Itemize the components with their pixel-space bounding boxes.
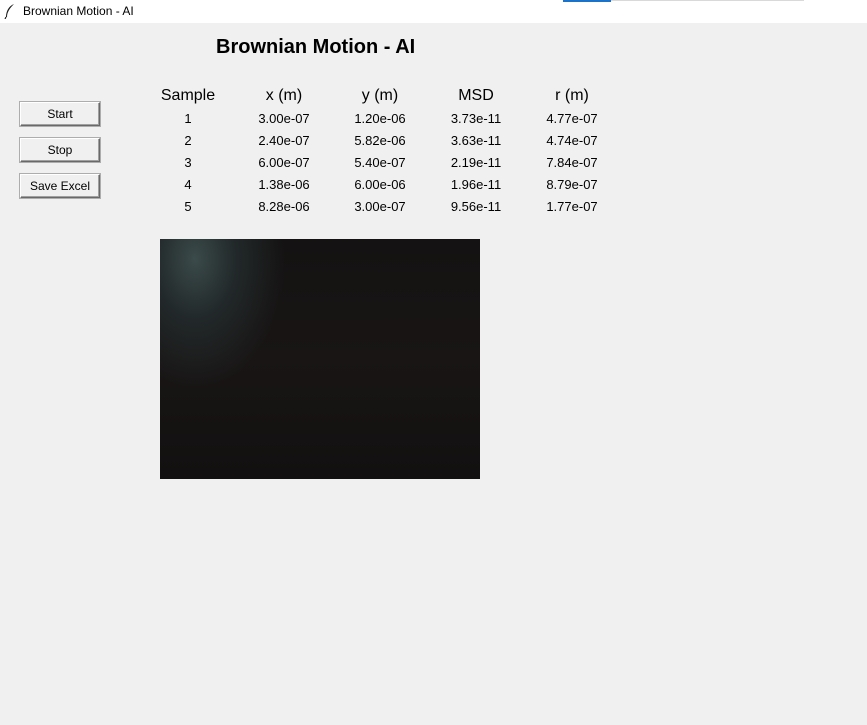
cell-r: 8.79e-07 [546, 176, 598, 192]
column-header-sample: Sample [160, 87, 216, 104]
cell-r: 4.77e-07 [546, 110, 598, 126]
camera-feed [160, 239, 480, 479]
column-header-x: x (m) [265, 87, 303, 104]
window-title: Brownian Motion - AI [23, 4, 134, 18]
cell-msd: 2.19e-11 [450, 154, 502, 170]
cell-x: 1.38e-06 [258, 176, 310, 192]
cell-r: 7.84e-07 [546, 154, 598, 170]
cell-msd: 3.63e-11 [450, 132, 502, 148]
table-row: 1 3.00e-07 1.20e-06 3.73e-11 4.77e-07 [146, 107, 614, 129]
page-title: Brownian Motion - AI [216, 36, 416, 58]
cell-x: 8.28e-06 [258, 198, 310, 214]
cell-y: 1.20e-06 [354, 110, 406, 126]
cell-sample: 4 [184, 176, 192, 192]
titlebar-accent [563, 0, 611, 2]
cell-y: 6.00e-06 [354, 176, 406, 192]
cell-x: 3.00e-07 [258, 110, 310, 126]
table-row: 5 8.28e-06 3.00e-07 9.56e-11 1.77e-07 [146, 195, 614, 217]
cell-x: 6.00e-07 [258, 154, 310, 170]
cell-r: 1.77e-07 [546, 198, 598, 214]
table-header-row: Sample x (m) y (m) MSD r (m) [146, 85, 614, 107]
column-header-y: y (m) [361, 87, 399, 104]
cell-y: 5.82e-06 [354, 132, 406, 148]
cell-y: 3.00e-07 [354, 198, 406, 214]
results-table: Sample x (m) y (m) MSD r (m) 1 3.00e-07 … [146, 85, 614, 217]
cell-y: 5.40e-07 [354, 154, 406, 170]
table-row: 4 1.38e-06 6.00e-06 1.96e-11 8.79e-07 [146, 173, 614, 195]
feather-icon [4, 4, 14, 19]
column-header-r: r (m) [555, 87, 589, 104]
title-bar: Brownian Motion - AI [0, 0, 867, 23]
cell-msd: 3.73e-11 [450, 110, 502, 126]
column-header-msd: MSD [458, 87, 494, 104]
save-excel-button[interactable]: Save Excel [20, 174, 100, 198]
cell-sample: 5 [184, 198, 192, 214]
titlebar-divider [611, 0, 804, 1]
cell-sample: 1 [184, 110, 192, 126]
cell-x: 2.40e-07 [258, 132, 310, 148]
cell-sample: 2 [184, 132, 192, 148]
table-row: 3 6.00e-07 5.40e-07 2.19e-11 7.84e-07 [146, 151, 614, 173]
cell-r: 4.74e-07 [546, 132, 598, 148]
cell-msd: 9.56e-11 [450, 198, 502, 214]
start-button[interactable]: Start [20, 102, 100, 126]
cell-sample: 3 [184, 154, 192, 170]
table-row: 2 2.40e-07 5.82e-06 3.63e-11 4.74e-07 [146, 129, 614, 151]
stop-button[interactable]: Stop [20, 138, 100, 162]
cell-msd: 1.96e-11 [450, 176, 502, 192]
